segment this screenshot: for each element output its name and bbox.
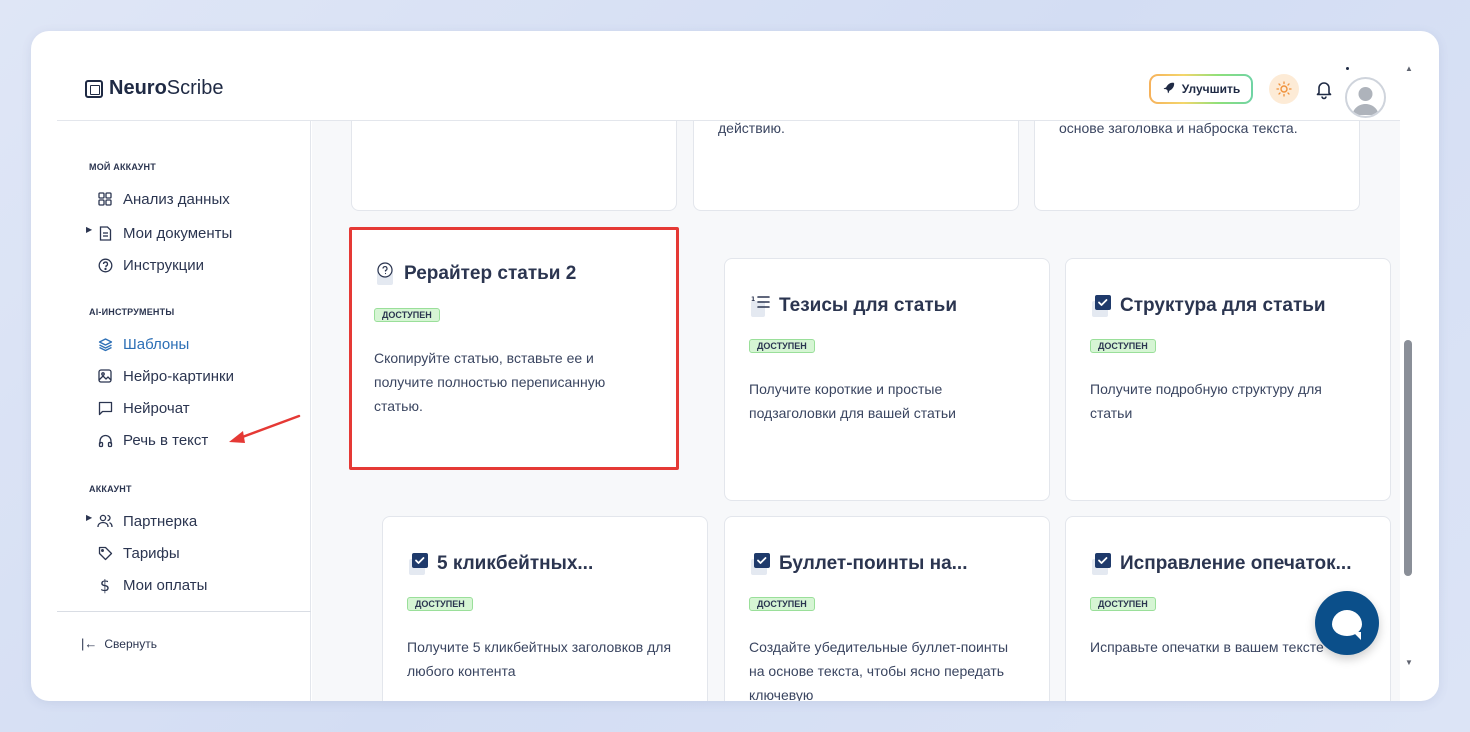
logo-text: NeuroScribe xyxy=(109,77,224,99)
section-title-account: АККАУНТ xyxy=(89,484,132,494)
card-title: Буллет-поинты на... xyxy=(779,553,968,574)
collapse-button[interactable]: |← Свернуть xyxy=(81,636,157,651)
sidebar-item-neurochat[interactable]: Нейрочат xyxy=(97,397,190,419)
card-description: Создайте убедительные буллет-поинты на о… xyxy=(749,639,1009,701)
checkbox-icon xyxy=(749,553,771,575)
sidebar-item-label: Шаблоны xyxy=(123,335,190,353)
layers-icon xyxy=(97,336,113,352)
sidebar-item-label: Тарифы xyxy=(123,544,180,562)
sidebar-item-label: Нейрочат xyxy=(123,399,190,417)
card-description: основе заголовка и наброска текста. xyxy=(1059,121,1298,136)
sidebar-item-label: Мои документы xyxy=(123,224,233,242)
status-badge: ДОСТУПЕН xyxy=(1090,597,1156,611)
chat-bubble-icon xyxy=(1332,610,1362,640)
svg-text:1: 1 xyxy=(751,296,755,303)
template-card-clickbait[interactable]: 5 кликбейтных... ДОСТУПЕН Получите 5 кли… xyxy=(382,516,708,701)
sidebar-item-label: Мои оплаты xyxy=(123,576,208,594)
grid-icon xyxy=(97,191,113,207)
sidebar-item-label: Инструкции xyxy=(123,256,205,274)
upgrade-button[interactable]: Улучшить xyxy=(1149,74,1253,104)
support-chat-button[interactable] xyxy=(1315,591,1379,655)
scrollbar-thumb[interactable] xyxy=(1404,340,1412,576)
dollar-icon: $ xyxy=(99,575,111,595)
caret-right-icon[interactable]: ▶ xyxy=(86,513,92,522)
sidebar-item-data-analysis[interactable]: Анализ данных xyxy=(97,188,230,210)
card-description: Получите подробную структуру для статьи xyxy=(1090,381,1322,421)
help-circle-icon xyxy=(97,257,113,273)
image-icon xyxy=(97,368,113,384)
headphones-icon xyxy=(97,432,113,448)
sidebar-item-neuro-images[interactable]: Нейро-картинки xyxy=(97,365,234,387)
avatar[interactable] xyxy=(1345,77,1386,118)
card-title: Тезисы для статьи xyxy=(779,295,958,316)
template-card-partial[interactable] xyxy=(351,121,677,211)
templates-grid: действию. основе заголовка и наброска те… xyxy=(312,121,1400,701)
tag-icon xyxy=(97,545,113,561)
sidebar: МОЙ АККАУНТ Анализ данных ▶ Мои документ… xyxy=(57,121,311,701)
checkbox-icon xyxy=(407,553,429,575)
list-icon: 1 xyxy=(749,295,771,317)
bell-icon[interactable] xyxy=(1313,78,1335,100)
sidebar-item-label: Нейро-картинки xyxy=(123,367,234,385)
logo-icon xyxy=(85,79,103,98)
sidebar-item-my-documents[interactable]: Мои документы xyxy=(97,222,232,244)
collapse-label: Свернуть xyxy=(104,636,158,651)
template-card-partial[interactable]: действию. xyxy=(693,121,1019,211)
card-title: Структура для статьи xyxy=(1120,295,1326,316)
status-badge: ДОСТУПЕН xyxy=(749,597,815,611)
logo[interactable]: NeuroScribe xyxy=(85,77,224,100)
sidebar-item-pricing[interactable]: Тарифы xyxy=(97,542,180,564)
document-icon xyxy=(97,225,113,241)
collapse-arrow-icon: |← xyxy=(81,636,98,651)
users-icon xyxy=(97,513,113,529)
status-badge: ДОСТУПЕН xyxy=(1090,339,1156,353)
checkbox-icon xyxy=(1090,553,1112,575)
card-title: Исправление опечаток... xyxy=(1120,553,1352,574)
card-description: Скопируйте статью, вставьте ее и получит… xyxy=(374,350,606,414)
sidebar-item-label: Анализ данных xyxy=(123,190,230,208)
notification-dot xyxy=(1346,67,1349,70)
rocket-icon xyxy=(1162,81,1175,97)
sun-icon xyxy=(1276,81,1292,97)
template-card-partial[interactable]: основе заголовка и наброска текста. xyxy=(1034,121,1360,211)
upgrade-label: Улучшить xyxy=(1181,82,1241,96)
caret-right-icon[interactable]: ▶ xyxy=(86,225,92,234)
app-window: NeuroScribe Улучшить МОЙ АККАУНТ Анализ … xyxy=(31,31,1439,701)
template-card-structure[interactable]: Структура для статьи ДОСТУПЕН Получите п… xyxy=(1065,258,1391,501)
card-title: 5 кликбейтных... xyxy=(437,553,594,574)
status-badge: ДОСТУПЕН xyxy=(407,597,473,611)
scroll-up-icon[interactable]: ▲ xyxy=(1405,64,1413,73)
status-badge: ДОСТУПЕН xyxy=(374,308,440,322)
sidebar-item-label: Партнерка xyxy=(123,512,198,530)
sidebar-item-partner[interactable]: Партнерка xyxy=(97,510,197,532)
status-badge: ДОСТУПЕН xyxy=(749,339,815,353)
template-card-theses[interactable]: 1 Тезисы для статьи ДОСТУПЕН Получите ко… xyxy=(724,258,1050,501)
annotation-arrow-icon xyxy=(229,414,301,443)
card-description: Получите короткие и простые подзаголовки… xyxy=(749,381,956,421)
template-card-bullet-points[interactable]: Буллет-поинты на... ДОСТУПЕН Создайте уб… xyxy=(724,516,1050,701)
chat-icon xyxy=(97,400,113,416)
card-description: Получите 5 кликбейтных заголовков для лю… xyxy=(407,639,672,679)
sidebar-item-label: Речь в текст xyxy=(123,431,209,449)
section-title-ai-tools: AI-ИНСТРУМЕНТЫ xyxy=(89,307,175,317)
card-description: действию. xyxy=(718,121,785,136)
scroll-down-icon[interactable]: ▼ xyxy=(1405,658,1413,667)
card-title: Рерайтер статьи 2 xyxy=(404,263,577,284)
checkbox-icon xyxy=(1090,295,1112,317)
section-title-my-account: МОЙ АККАУНТ xyxy=(89,162,156,172)
theme-toggle-button[interactable] xyxy=(1269,74,1299,104)
question-doc-icon xyxy=(374,262,396,285)
sidebar-divider xyxy=(57,611,311,612)
sidebar-item-my-payments[interactable]: $ Мои оплаты xyxy=(97,574,208,596)
top-bar: NeuroScribe Улучшить xyxy=(57,31,1400,121)
sidebar-item-instructions[interactable]: Инструкции xyxy=(97,254,204,276)
sidebar-item-speech-to-text[interactable]: Речь в текст xyxy=(97,429,208,451)
sidebar-item-templates[interactable]: Шаблоны xyxy=(97,333,189,355)
template-card-rewriter[interactable]: Рерайтер статьи 2 ДОСТУПЕН Скопируйте ст… xyxy=(349,227,679,470)
